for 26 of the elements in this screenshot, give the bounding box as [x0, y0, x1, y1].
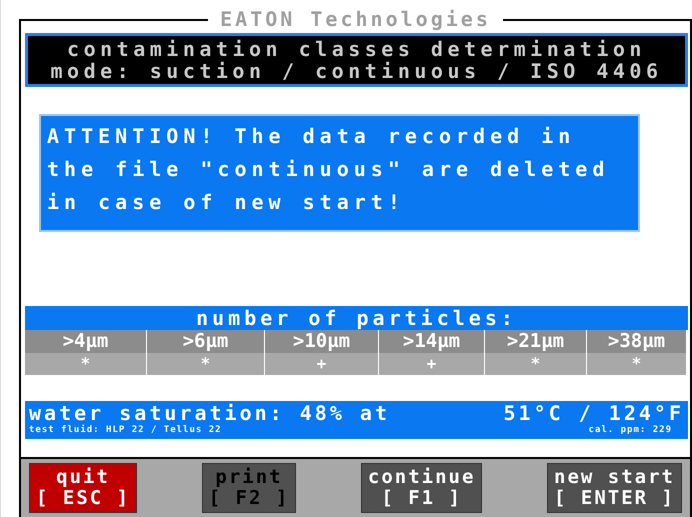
table-cell: + [379, 353, 485, 375]
window-title: EATON Technologies [208, 7, 503, 31]
table-header-cell: >14µm [379, 330, 485, 353]
table-header-cell: >6µm [147, 330, 265, 353]
function-key-button[interactable]: quit [ ESC ] [29, 463, 138, 513]
table-cell: + [265, 353, 379, 375]
particles-title: number of particles: [25, 306, 688, 330]
header-text: contamination classes determination [66, 38, 647, 60]
function-key-button[interactable]: continue [ F1 ] [360, 463, 482, 513]
test-fluid-text: test fluid: HLP 22 / Tellus 22 [29, 424, 222, 436]
water-saturation-text: water saturation: 48% at [29, 402, 390, 424]
function-key-button[interactable]: new start [ ENTER ] [547, 463, 682, 513]
temperature-text: 51°C / 124°F [504, 402, 684, 424]
header-text: mode: suction / continuous / ISO 4406 [49, 60, 664, 82]
table-cell: * [485, 353, 587, 375]
attention-text: the file "continuous" are deleted [47, 156, 610, 183]
table-header-cell: >38µm [587, 330, 687, 353]
calibration-text: cal. ppm: 229 [588, 424, 672, 436]
table-cell: * [25, 353, 147, 375]
table-header-cell: >10µm [265, 330, 379, 353]
table-header-cell: >21µm [485, 330, 587, 353]
attention-text: in case of new start! [47, 189, 406, 216]
table-cell: * [147, 353, 265, 375]
table-cell: * [587, 353, 687, 375]
table-header-cell: >4µm [25, 330, 147, 353]
attention-text: ATTENTION! The data recorded in [47, 123, 576, 150]
